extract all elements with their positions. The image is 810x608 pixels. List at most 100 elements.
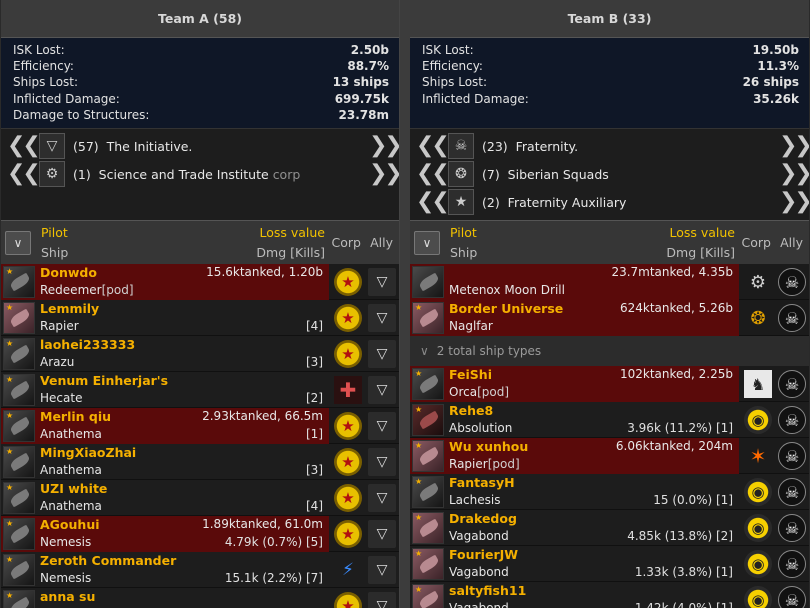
col-corp[interactable]: Corp <box>742 235 771 250</box>
col-dmg-kills[interactable]: Dmg [Kills] <box>666 245 735 260</box>
pilot-row[interactable]: ★ Merlin qiu Anathema 2.93ktanked, 66.5m [1]… <box>1 408 399 444</box>
move-right-chevron-icon[interactable]: ❯❯ <box>779 191 809 213</box>
pilot-name[interactable]: Border Universe <box>449 301 563 316</box>
ally-cell[interactable]: ▽ <box>367 447 397 477</box>
ship-thumbnail[interactable]: ★ <box>3 590 35 608</box>
alliance-name[interactable]: (23) Fraternity. <box>482 139 779 154</box>
ship-name[interactable]: Orca[pod] <box>449 385 509 399</box>
ship-name[interactable]: Redeemer[pod] <box>40 283 134 297</box>
pilot-name[interactable]: Venum Einherjar's <box>40 373 168 388</box>
corp-cell[interactable]: ★ <box>333 483 363 513</box>
pilot-row[interactable]: ★ anna su ★ ▽ <box>1 588 399 608</box>
corp-cell[interactable]: ◉ <box>743 549 773 579</box>
pilot-name[interactable]: Donwdo <box>40 265 97 280</box>
ship-type[interactable]: Hecate <box>40 391 82 405</box>
pilot-row[interactable]: ★ Venum Einherjar's Hecate [2] ✚ ▽ <box>1 372 399 408</box>
ship-type[interactable]: Vagabond <box>449 601 509 608</box>
ally-cell[interactable]: ▽ <box>367 411 397 441</box>
ship-thumbnail[interactable]: ★ <box>3 410 35 442</box>
corp-cell[interactable]: ◉ <box>743 405 773 435</box>
alliance-fraternity-skull-icon[interactable]: ☠ <box>778 442 806 470</box>
ship-type[interactable]: Arazu <box>40 355 74 369</box>
pilot-name[interactable]: FourierJW <box>449 547 518 562</box>
corp-cell[interactable]: ★ <box>333 447 363 477</box>
corp-cell[interactable]: ◉ <box>743 585 773 608</box>
ship-name[interactable]: Vagabond <box>449 529 509 543</box>
ally-cell[interactable]: ▽ <box>367 555 397 585</box>
corp-wolf-logo-icon[interactable]: ♞ <box>744 370 772 398</box>
alliance-name[interactable]: (57) The Initiative. <box>73 139 369 154</box>
ship-thumbnail[interactable]: ★ <box>412 404 444 436</box>
corp-cell[interactable]: ◉ <box>743 477 773 507</box>
corp-star-logo-icon[interactable]: ★ <box>334 412 362 440</box>
col-ally[interactable]: Ally <box>780 235 803 250</box>
col-pilot[interactable]: Pilot <box>450 225 477 240</box>
corp-eye-logo-icon[interactable]: ◉ <box>744 406 772 434</box>
ship-name[interactable]: Rapier[pod] <box>449 457 520 471</box>
ship-thumbnail[interactable]: ★ <box>412 476 444 508</box>
alliance-initiative-logo-icon[interactable]: ▽ <box>368 304 396 332</box>
alliance-fraternity-skull-icon[interactable]: ☠ <box>778 550 806 578</box>
corp-cross-logo-icon[interactable]: ✚ <box>334 376 362 404</box>
corp-cell[interactable]: ⚡ <box>333 555 363 585</box>
pilot-row[interactable]: ★ saltyfish11 Vagabond 1.42k (4.0%) [1] ◉ ☠ <box>410 582 809 608</box>
corp-star-logo-icon[interactable]: ★ <box>334 592 362 608</box>
alliance-fraternity-skull-icon[interactable]: ☠ <box>778 268 806 296</box>
ship-type[interactable]: Metenox Moon Drill <box>449 283 565 297</box>
ship-types-separator[interactable]: ∨ 2 total ship types <box>410 336 809 366</box>
ship-thumbnail[interactable]: ★ <box>412 302 444 334</box>
ship-type[interactable]: Absolution <box>449 421 512 435</box>
ally-cell[interactable]: ☠ <box>777 585 807 608</box>
ally-cell[interactable]: ▽ <box>367 483 397 513</box>
move-left-chevron-icon[interactable]: ❮❮ <box>7 135 41 157</box>
corp-gold-emblem-icon[interactable]: ❂ <box>744 304 772 332</box>
move-left-chevron-icon[interactable]: ❮❮ <box>416 191 450 213</box>
pilot-row[interactable]: ★ AGouhui Nemesis 1.89ktanked, 61.0m 4.79k (… <box>1 516 399 552</box>
ship-thumbnail[interactable] <box>412 266 444 298</box>
ship-thumbnail[interactable]: ★ <box>412 548 444 580</box>
corp-cell[interactable]: ◉ <box>743 513 773 543</box>
corp-cell[interactable]: ★ <box>333 411 363 441</box>
corp-cell[interactable]: ★ <box>333 303 363 333</box>
alliance-initiative-logo-icon[interactable]: ▽ <box>368 376 396 404</box>
corp-cell[interactable]: ★ <box>333 519 363 549</box>
ally-cell[interactable]: ☠ <box>777 513 807 543</box>
ship-name[interactable]: Anathema <box>40 427 102 441</box>
ship-name[interactable]: Lachesis <box>449 493 500 507</box>
ship-type[interactable]: Lachesis <box>449 493 500 507</box>
move-right-chevron-icon[interactable]: ❯❯ <box>369 135 399 157</box>
pilot-name[interactable]: Wu xunhou <box>449 439 528 454</box>
alliance-initiative-logo-icon[interactable]: ▽ <box>368 556 396 584</box>
col-loss-value[interactable]: Loss value <box>669 225 735 240</box>
alliance-initiative-logo-icon[interactable]: ▽ <box>368 412 396 440</box>
alliance-fraternity-skull-icon[interactable]: ☠ <box>778 406 806 434</box>
alliance-initiative-logo-icon[interactable]: ▽ <box>368 520 396 548</box>
ship-type[interactable]: Vagabond <box>449 529 509 543</box>
pilot-row[interactable]: ★ Wu xunhou Rapier[pod] 6.06ktanked, 204m ✶ ☠ <box>410 438 809 474</box>
col-dmg-kills[interactable]: Dmg [Kills] <box>256 245 325 260</box>
corp-cell[interactable]: ★ <box>333 339 363 369</box>
ship-name[interactable]: Nemesis <box>40 571 91 585</box>
ally-cell[interactable]: ▽ <box>367 519 397 549</box>
move-right-chevron-icon[interactable]: ❯❯ <box>779 163 809 185</box>
corp-eye-logo-icon[interactable]: ◉ <box>744 478 772 506</box>
alliance-fraternity-skull-icon[interactable]: ☠ <box>778 586 806 608</box>
move-left-chevron-icon[interactable]: ❮❮ <box>416 163 450 185</box>
corp-cell[interactable]: ⚙ <box>743 267 773 297</box>
ship-type[interactable]: Rapier <box>449 457 488 471</box>
pilot-name[interactable]: anna su <box>40 589 95 604</box>
ally-cell[interactable]: ☠ <box>777 303 807 333</box>
corp-phoenix-logo-icon[interactable]: ✶ <box>744 442 772 470</box>
corp-gear-logo-icon[interactable]: ⚙ <box>744 268 772 296</box>
ship-thumbnail[interactable]: ★ <box>3 302 35 334</box>
pilot-name[interactable]: AGouhui <box>40 517 100 532</box>
ship-type[interactable]: Anathema <box>40 499 102 513</box>
ship-type[interactable]: Redeemer <box>40 283 102 297</box>
pilot-row[interactable]: ★ Drakedog Vagabond 4.85k (13.8%) [2] ◉ ☠ <box>410 510 809 546</box>
move-right-chevron-icon[interactable]: ❯❯ <box>369 163 399 185</box>
alliance-fraternity-skull-icon[interactable]: ☠ <box>778 514 806 542</box>
corp-star-logo-icon[interactable]: ★ <box>334 520 362 548</box>
pilot-row[interactable]: ★ laohei233333 Arazu [3] ★ ▽ <box>1 336 399 372</box>
ship-name[interactable]: Arazu <box>40 355 74 369</box>
pod-tag[interactable]: [pod] <box>102 283 134 297</box>
